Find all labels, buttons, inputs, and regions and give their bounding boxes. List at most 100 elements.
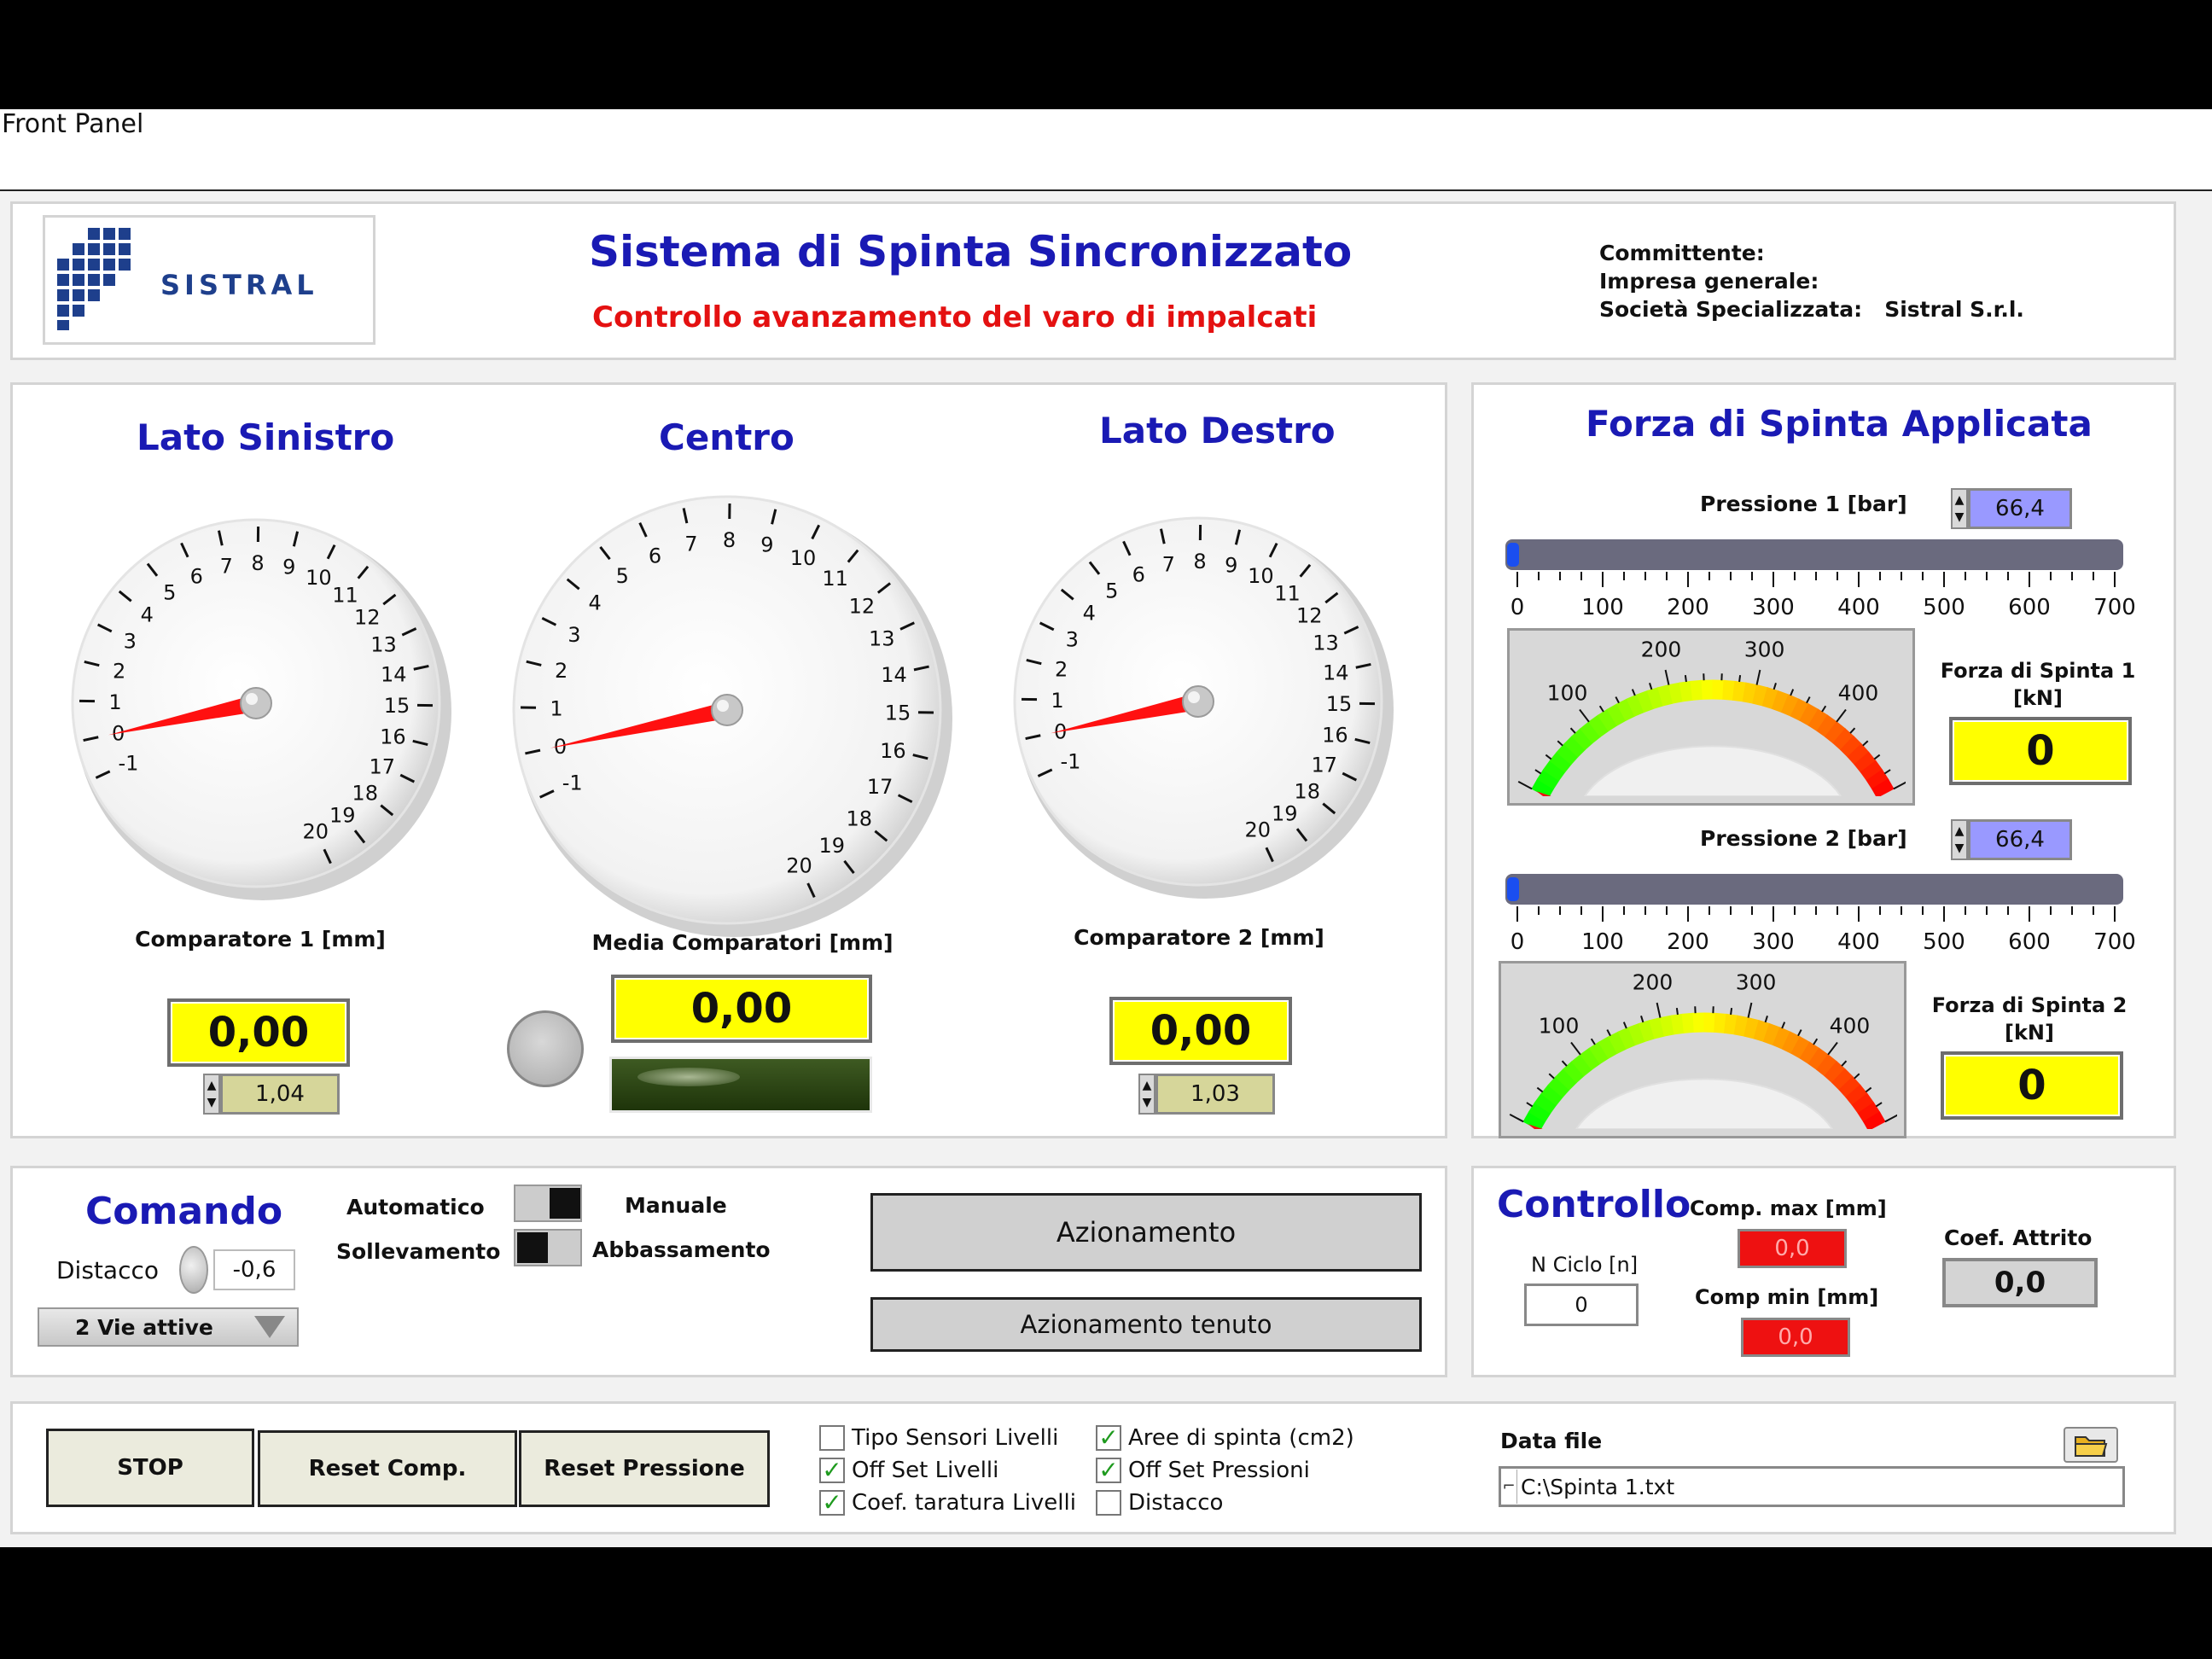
- scale-tick-label: 300: [1752, 595, 1795, 620]
- folder-browse-button[interactable]: [2064, 1427, 2118, 1463]
- dial-tick-label: 8: [251, 551, 264, 575]
- chevron-down-icon[interactable]: [254, 1316, 285, 1338]
- automatico-manuale-toggle[interactable]: [514, 1185, 582, 1222]
- slider-knob[interactable]: [1507, 877, 1519, 901]
- meter-hub-dome: [1575, 1078, 1834, 1129]
- meter-minor-tick: [1764, 1015, 1768, 1023]
- dial-tick-label: 2: [1055, 657, 1068, 681]
- azionamento-button[interactable]: Azionamento: [870, 1193, 1422, 1272]
- comparatore2-display: 0,00: [1109, 997, 1292, 1065]
- col1-checkbox-1[interactable]: ✓ Off Set Livelli: [819, 1458, 998, 1483]
- meter-minor-tick: [1534, 769, 1542, 775]
- meter-tick-label: 500: [1896, 1092, 1897, 1117]
- azionamento-tenuto-button[interactable]: Azionamento tenuto: [870, 1297, 1422, 1352]
- meter-major-tick: [1893, 781, 1906, 790]
- meter-minor-tick: [1640, 1015, 1644, 1023]
- scale-tick-label: 100: [1581, 929, 1624, 955]
- coef-right-value[interactable]: 1,03: [1155, 1074, 1275, 1115]
- coef-left-control[interactable]: ▲ ▼ 1,04: [203, 1074, 340, 1115]
- meter-minor-tick: [1883, 769, 1891, 775]
- meter-minor-tick: [1598, 705, 1604, 713]
- sollevamento-abbassamento-toggle[interactable]: [514, 1229, 582, 1266]
- dial-tick-label: 2: [555, 659, 568, 683]
- vie-dropdown-value[interactable]: 2 Vie attive: [75, 1315, 213, 1340]
- checkmark-icon[interactable]: ✓: [819, 1458, 845, 1483]
- pressione2-value[interactable]: 66,4: [1968, 819, 2072, 860]
- stop-button[interactable]: STOP: [46, 1429, 254, 1507]
- pressione1-value[interactable]: 66,4: [1968, 488, 2072, 529]
- checkmark-icon[interactable]: ✓: [819, 1490, 845, 1516]
- knob-icon[interactable]: [179, 1246, 208, 1294]
- dial-tick-label: 11: [822, 567, 848, 591]
- scale-tick-label: 100: [1581, 595, 1624, 620]
- info-impresa: Impresa generale:: [1599, 269, 1819, 294]
- meter-minor-tick: [1631, 689, 1636, 696]
- slider-knob[interactable]: [1507, 543, 1519, 567]
- checkbox-empty-icon[interactable]: [819, 1425, 845, 1451]
- checkbox-empty-icon[interactable]: [1096, 1490, 1121, 1516]
- meter-major-tick: [1656, 1002, 1662, 1018]
- meter-minor-tick: [1790, 689, 1795, 696]
- pressione1-slider[interactable]: [1505, 539, 2123, 570]
- meter-tick-label: 400: [1838, 680, 1879, 705]
- pressione1-control[interactable]: ▲ ▼ 66,4: [1951, 488, 2072, 529]
- meter-minor-tick: [1841, 1060, 1848, 1067]
- dial-tick-label: 16: [880, 739, 906, 763]
- gauge-right-label: Comparatore 2 [mm]: [1074, 925, 1324, 950]
- spin-arrows-icon[interactable]: ▲ ▼: [203, 1074, 220, 1115]
- info-societa: Società Specializzata: Sistral S.r.l.: [1599, 297, 2024, 322]
- scale-tick-label: 500: [1923, 595, 1965, 620]
- dial-tick-label: -1: [1060, 750, 1080, 774]
- datafile-path-value[interactable]: C:\Spinta 1.txt: [1521, 1475, 1674, 1499]
- dial-tick-label: 7: [220, 555, 233, 579]
- toggle1-right-label: Manuale: [625, 1193, 727, 1218]
- distacco-value[interactable]: -0,6: [213, 1249, 295, 1290]
- coef-right-control[interactable]: ▲ ▼ 1,03: [1138, 1074, 1275, 1115]
- dial-tick-label: 13: [1313, 631, 1339, 655]
- distacco-control[interactable]: -0,6: [179, 1246, 295, 1294]
- reset-comp-button[interactable]: Reset Comp.: [258, 1430, 517, 1507]
- meter-minor-tick: [1622, 1022, 1627, 1029]
- dial-tick-label: 17: [867, 775, 894, 799]
- meter-minor-tick: [1849, 727, 1856, 734]
- dial-tick-label: 4: [1083, 602, 1096, 626]
- spin-arrows-icon[interactable]: ▲ ▼: [1951, 488, 1968, 529]
- col1-checkbox-0[interactable]: Tipo Sensori Livelli: [819, 1425, 1058, 1451]
- spin-arrows-icon[interactable]: ▲ ▼: [1951, 819, 1968, 860]
- pressione1-scale: 0 100 200 300 400 500 600 700: [1511, 572, 2136, 620]
- pressione2-control[interactable]: ▲ ▼ 66,4: [1951, 819, 2072, 860]
- meter-minor-tick: [1545, 754, 1552, 760]
- toggle-knob: [517, 1232, 548, 1263]
- dial-tick-label: 4: [141, 603, 154, 627]
- meter-tick-label: 300: [1744, 637, 1785, 662]
- dial-tick-label: 10: [306, 566, 332, 590]
- reset-pressione-button[interactable]: Reset Pressione: [519, 1430, 770, 1507]
- checkbox-label: Tipo Sensori Livelli: [852, 1425, 1059, 1451]
- col1-checkbox-2[interactable]: ✓ Coef. taratura Livelli: [819, 1490, 1076, 1516]
- col2-checkbox-0[interactable]: ✓ Aree di spinta (cm2): [1096, 1425, 1354, 1451]
- info-block: Committente: Impresa generale: Società S…: [1599, 239, 2024, 323]
- checkmark-icon[interactable]: ✓: [1096, 1458, 1121, 1483]
- dial-tick-label: 15: [384, 694, 410, 718]
- dial-tick-label: 12: [849, 594, 876, 618]
- dial-tick-label: 20: [302, 820, 329, 844]
- folder-icon: [2075, 1436, 2108, 1457]
- datafile-path-field[interactable]: ⌐ C:\Spinta 1.txt: [1499, 1466, 2125, 1507]
- dial-tick-label: 13: [370, 632, 397, 656]
- dial-hub-highlight: [246, 693, 258, 705]
- vie-dropdown[interactable]: 2 Vie attive: [38, 1307, 299, 1347]
- pressione2-slider[interactable]: [1505, 874, 2123, 905]
- spin-arrows-icon[interactable]: ▲ ▼: [1138, 1074, 1155, 1115]
- checkmark-icon[interactable]: ✓: [1096, 1425, 1121, 1451]
- meter-color-band: [1692, 1012, 1705, 1033]
- checkbox-label: Distacco: [1128, 1490, 1224, 1516]
- forza1-meter: 0100200300400500: [1517, 637, 1906, 796]
- coef-left-value[interactable]: 1,04: [220, 1074, 340, 1115]
- col2-checkbox-1[interactable]: ✓ Off Set Pressioni: [1096, 1458, 1310, 1483]
- col2-checkbox-2[interactable]: Distacco: [1096, 1490, 1223, 1516]
- meter-minor-tick: [1684, 674, 1687, 683]
- meter-color-band: [1701, 679, 1714, 700]
- dial-hub: [240, 687, 272, 719]
- meter-color-band: [1681, 1012, 1695, 1033]
- ciclo-label: N Ciclo [n]: [1531, 1253, 1639, 1277]
